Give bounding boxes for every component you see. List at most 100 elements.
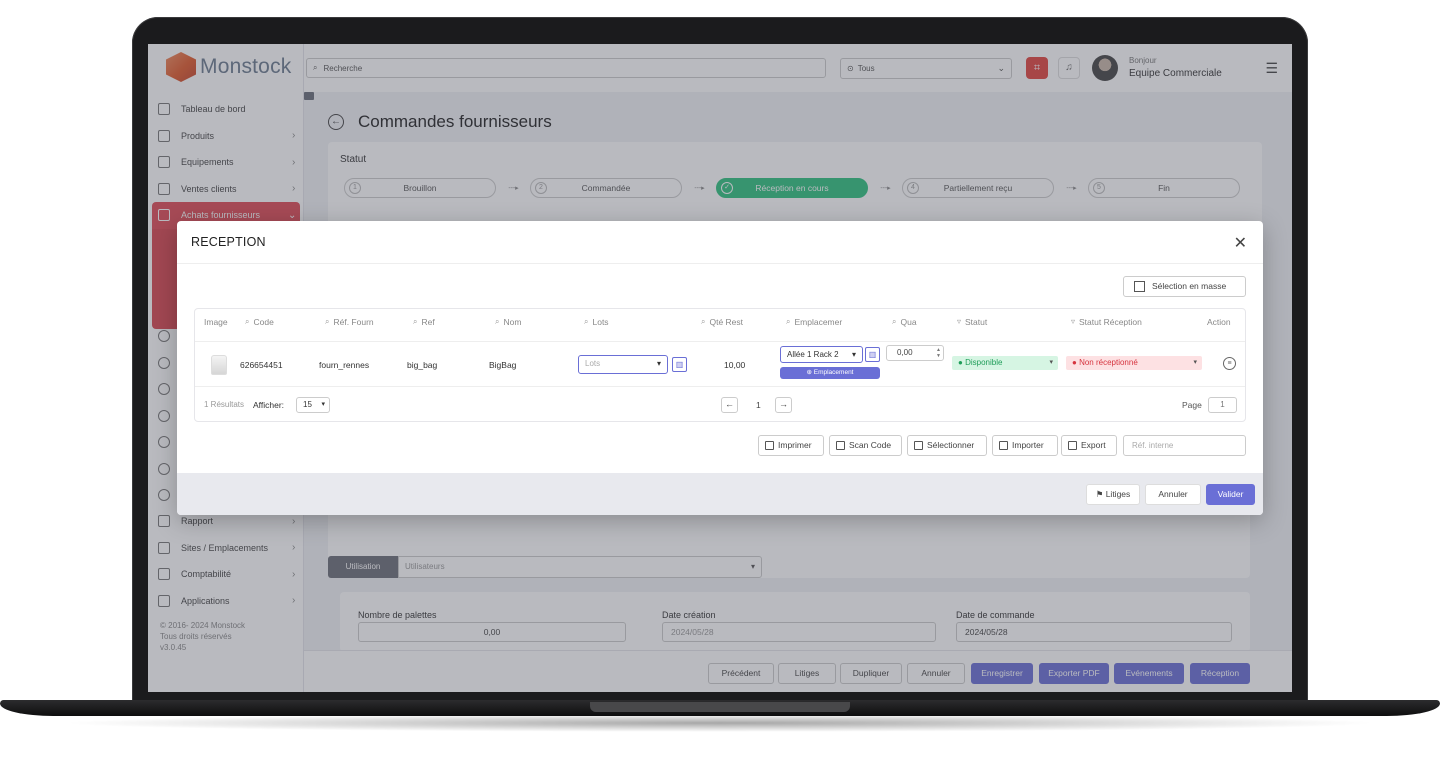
cancel-button[interactable]: Annuler — [1145, 484, 1201, 505]
validate-button[interactable]: Valider — [1206, 484, 1255, 505]
disputes-button[interactable]: ⚑ Litiges — [1086, 484, 1140, 505]
column-label: Lots — [592, 317, 609, 327]
print-label: Imprimer — [778, 440, 812, 450]
row-ref: big_bag — [407, 360, 438, 370]
column-header[interactable]: ⌕ Réf. Fourn — [325, 317, 374, 327]
modal-title: RECEPTION — [191, 235, 266, 249]
quantity-value: 0,00 — [897, 348, 913, 357]
laptop-base — [0, 700, 1440, 716]
divider — [177, 263, 1263, 264]
column-label: Action — [1207, 317, 1231, 327]
column-header[interactable]: ⌕ Qté Rest — [701, 317, 743, 327]
per-page-select[interactable]: 15 ▾ — [296, 397, 330, 413]
arrow-right-icon: → — [779, 399, 788, 409]
caret-down-icon: ▾ — [851, 350, 856, 359]
caret-down-icon: ▾ — [321, 401, 325, 408]
laptop-notch — [590, 702, 850, 712]
plus-circle-icon: ⊕ — [806, 369, 814, 376]
per-page-label: Afficher: — [253, 400, 285, 410]
filter-icon: ▿ — [957, 317, 962, 326]
column-header[interactable]: ⌕ Qua — [892, 317, 917, 327]
prev-page-button[interactable]: ← — [721, 397, 738, 413]
page-input-value: 1 — [1220, 400, 1225, 409]
dot-icon: ● — [1072, 358, 1080, 367]
column-label: Image — [204, 317, 228, 327]
column-header[interactable]: ⌕ Lots — [584, 317, 609, 327]
column-header[interactable]: ▿ Statut — [957, 317, 987, 327]
lots-select[interactable]: Lots ▾ — [578, 355, 668, 374]
print-button[interactable]: Imprimer — [758, 435, 824, 456]
column-label: Ref — [421, 317, 435, 327]
scan-icon — [836, 441, 845, 450]
reception-modal: RECEPTION ✕ Sélection en masse Image ⌕ Co… — [177, 221, 1263, 515]
column-header: Action — [1207, 317, 1231, 327]
upload-icon — [1068, 441, 1077, 450]
caret-down-icon: ▾ — [1049, 359, 1053, 366]
current-page: 1 — [756, 400, 761, 410]
caret-down-icon: ▾ — [1193, 359, 1197, 366]
add-location-label: Emplacement — [813, 369, 854, 376]
scan-label: Scan Code — [849, 440, 892, 450]
column-header[interactable]: ▿ Statut Réception — [1071, 317, 1142, 327]
column-header[interactable]: ⌕ Emplacemer — [786, 317, 842, 327]
filter-icon: ▿ — [1071, 317, 1076, 326]
search-icon: ⌕ — [786, 317, 791, 326]
status-select[interactable]: ● Disponible ▾ — [952, 356, 1058, 370]
column-label: Code — [253, 317, 274, 327]
scan-code-button[interactable]: Scan Code — [829, 435, 902, 456]
row-supplier-ref: fourn_rennes — [319, 360, 370, 370]
column-label: Emplacemer — [794, 317, 843, 327]
page-input[interactable]: 1 — [1208, 397, 1237, 413]
column-label: Statut Réception — [1079, 317, 1142, 327]
location-select[interactable]: Allée 1 Rack 2 ▾ — [780, 346, 863, 363]
row-remaining-qty: 10,00 — [724, 360, 746, 370]
search-icon: ⌕ — [892, 317, 897, 326]
search-icon: ⌕ — [245, 317, 250, 326]
row-code: 626654451 — [240, 360, 283, 370]
close-icon[interactable]: ✕ — [1234, 233, 1247, 253]
trash-icon[interactable]: ▥ — [865, 347, 880, 362]
internal-ref-input[interactable]: Réf. interne — [1123, 435, 1246, 456]
search-icon: ⌕ — [701, 317, 706, 326]
reception-status-value: Non réceptionné — [1079, 358, 1138, 367]
row-actions-icon[interactable]: ≡ — [1223, 357, 1236, 370]
select-button[interactable]: Sélectionner — [907, 435, 987, 456]
per-page-value: 15 — [303, 400, 312, 409]
reception-status-select[interactable]: ● Non réceptionné ▾ — [1066, 356, 1202, 370]
internal-ref-placeholder: Réf. interne — [1132, 441, 1174, 450]
select-label: Sélectionner — [927, 440, 975, 450]
results-count: 1 Résultats — [204, 400, 245, 409]
next-page-button[interactable]: → — [775, 397, 792, 413]
export-button[interactable]: Export — [1061, 435, 1117, 456]
export-label: Export — [1081, 440, 1106, 450]
lots-placeholder: Lots — [585, 359, 601, 368]
search-icon: ⌕ — [584, 317, 589, 326]
quantity-stepper[interactable]: 0,00 ▲ ▼ — [886, 345, 944, 361]
column-header[interactable]: ⌕ Code — [245, 317, 274, 327]
status-value: Disponible — [965, 358, 1003, 367]
screen: Monstock Tableau de bord Produits › Equip… — [148, 44, 1292, 692]
column-label: Qua — [900, 317, 917, 327]
printer-icon — [765, 441, 774, 450]
stepper-arrows-icon[interactable]: ▲ ▼ — [936, 347, 941, 359]
mass-selection-button[interactable]: Sélection en masse — [1123, 276, 1246, 297]
page-label: Page — [1182, 400, 1202, 410]
search-icon: ⌕ — [413, 317, 418, 326]
column-header: Image — [204, 317, 228, 327]
laptop-shadow — [60, 714, 1380, 732]
column-label: Statut — [965, 317, 988, 327]
trash-icon[interactable]: ▥ — [672, 357, 687, 372]
add-location-button[interactable]: ⊕ Emplacement — [780, 367, 880, 379]
reception-table: Image ⌕ Code ⌕ Réf. Fourn ⌕ Ref ⌕ Nom ⌕ Lots … — [194, 308, 1246, 422]
plus-circle-icon — [999, 441, 1008, 450]
location-value: Allée 1 Rack 2 — [787, 350, 839, 359]
dot-icon: ● — [958, 358, 966, 367]
modal-footer: ⚑ Litiges Annuler Valider — [177, 473, 1263, 515]
arrow-left-icon: ← — [725, 399, 734, 409]
column-label: Qté Rest — [709, 317, 744, 327]
disputes-icon: ⚑ — [1095, 489, 1106, 499]
divider — [195, 386, 1245, 387]
column-header[interactable]: ⌕ Ref — [413, 317, 435, 327]
import-button[interactable]: Importer — [992, 435, 1058, 456]
column-header[interactable]: ⌕ Nom — [495, 317, 521, 327]
